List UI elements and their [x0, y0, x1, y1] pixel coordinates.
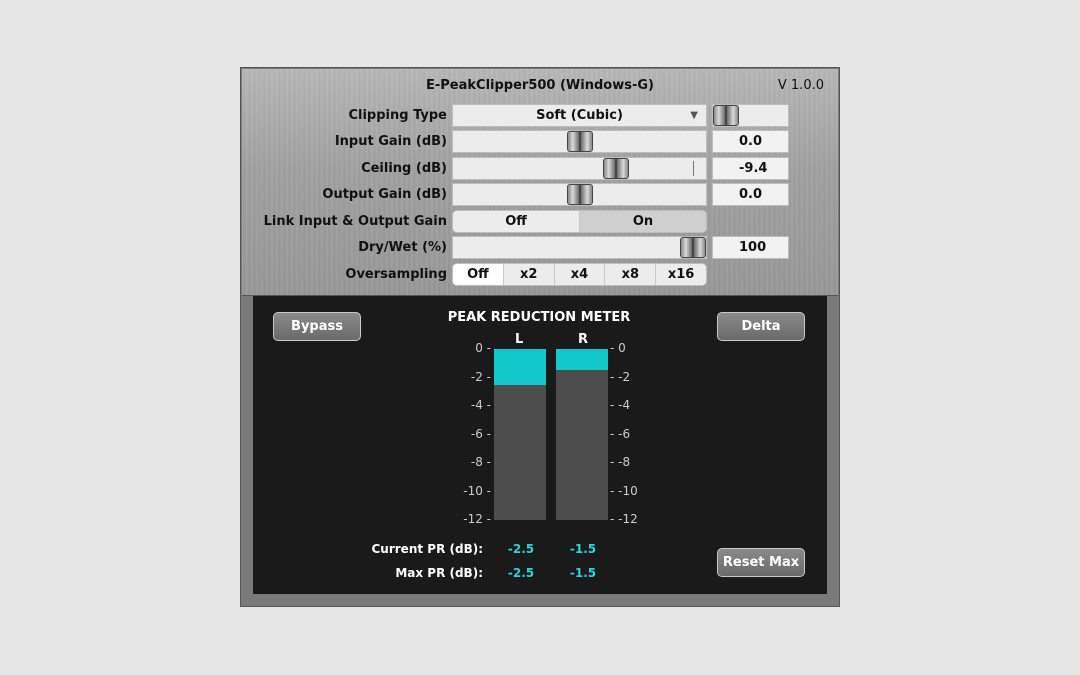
right-tick: - -4 — [610, 398, 631, 412]
right-tick: - -12 — [610, 512, 638, 526]
max-pr-label: Max PR (dB): — [395, 566, 483, 580]
clipping-type-dropdown[interactable]: Soft (Cubic) ▼ — [452, 104, 707, 127]
link-on-option[interactable]: On — [580, 211, 706, 232]
right-meter-fill — [556, 349, 608, 370]
link-gain-toggle: Off On — [452, 210, 707, 233]
left-tick: -8 - — [470, 455, 491, 469]
clipping-shape-slider[interactable] — [712, 104, 789, 127]
left-tick: -12 - — [463, 512, 491, 526]
output-gain-label: Output Gain (dB) — [322, 187, 447, 202]
right-tick: - -2 — [610, 369, 631, 384]
dry-wet-label: Dry/Wet (%) — [358, 240, 447, 255]
oversampling-x2[interactable]: x2 — [504, 264, 555, 285]
clipping-shape-thumb[interactable] — [713, 105, 739, 126]
ceiling-thumb[interactable] — [603, 158, 629, 179]
clipping-type-label: Clipping Type — [348, 108, 447, 123]
current-pr-right: -1.5 — [569, 542, 597, 556]
right-tick: - -10 — [610, 483, 638, 498]
current-pr-left: -2.5 — [507, 542, 535, 556]
dry-wet-thumb[interactable] — [680, 237, 706, 258]
dry-wet-slider[interactable] — [452, 236, 707, 259]
max-pr-right: -1.5 — [569, 566, 597, 580]
right-tick: - 0 — [610, 341, 626, 355]
ceiling-slider[interactable] — [452, 157, 707, 180]
version-label: V 1.0.0 — [777, 78, 824, 93]
plugin-title: E-PeakClipper500 (Windows-G) — [426, 78, 654, 93]
meter-panel: Bypass Delta PEAK REDUCTION METER L R 0 … — [253, 296, 827, 594]
right-tick: - -8 — [610, 455, 631, 469]
left-meter-fill — [494, 349, 546, 385]
output-gain-value[interactable]: 0.0 — [712, 183, 789, 206]
right-meter-bar — [556, 349, 608, 520]
input-gain-value[interactable]: 0.0 — [712, 130, 789, 153]
input-gain-slider[interactable] — [452, 130, 707, 153]
current-pr-label: Current PR (dB): — [371, 542, 484, 556]
left-tick: -4 - — [470, 398, 491, 412]
controls-panel: E-PeakClipper500 (Windows-G) V 1.0.0 Cli… — [242, 69, 838, 296]
chevron-down-icon: ▼ — [690, 110, 698, 121]
dry-wet-value[interactable]: 100 — [712, 236, 789, 259]
oversampling-x4[interactable]: x4 — [555, 264, 606, 285]
oversampling-off[interactable]: Off — [453, 264, 504, 285]
input-gain-thumb[interactable] — [567, 131, 593, 152]
right-tick: - -6 — [610, 426, 631, 441]
output-gain-slider[interactable] — [452, 183, 707, 206]
input-gain-label: Input Gain (dB) — [334, 134, 447, 149]
max-pr-left: -2.5 — [507, 566, 535, 580]
clipping-type-value: Soft (Cubic) — [536, 108, 623, 123]
link-off-option[interactable]: Off — [453, 211, 580, 232]
left-meter-bar — [494, 349, 546, 520]
left-channel-label: L — [515, 332, 524, 347]
oversampling-selector: Off x2 x4 x8 x16 — [452, 263, 707, 286]
meter-title: PEAK REDUCTION METER — [447, 310, 631, 325]
left-tick: 0 - — [475, 341, 491, 355]
plugin-window: E-PeakClipper500 (Windows-G) V 1.0.0 Cli… — [240, 67, 840, 607]
left-tick: -10 - — [463, 483, 491, 498]
ceiling-label: Ceiling (dB) — [361, 161, 447, 176]
ceiling-value[interactable]: -9.4 — [712, 157, 789, 180]
right-channel-label: R — [578, 332, 589, 347]
left-tick: -6 - — [470, 426, 491, 441]
output-gain-thumb[interactable] — [567, 184, 593, 205]
left-tick: -2 - — [470, 369, 491, 384]
oversampling-x8[interactable]: x8 — [605, 264, 657, 285]
link-gain-label: Link Input & Output Gain — [263, 214, 447, 229]
reset-max-button[interactable]: Reset Max — [717, 548, 805, 577]
oversampling-label: Oversampling — [345, 267, 447, 282]
oversampling-x16[interactable]: x16 — [656, 264, 706, 285]
ceiling-marker — [693, 161, 694, 176]
